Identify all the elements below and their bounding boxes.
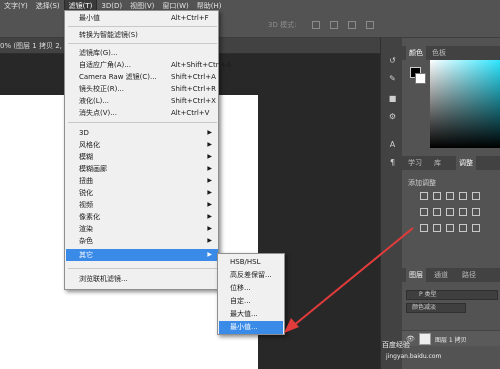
- camera-raw-filter-item[interactable]: Camera Raw 滤镜(C)... Shift+Ctrl+A: [66, 71, 218, 83]
- gradient-map-icon[interactable]: [459, 224, 467, 232]
- menu-type[interactable]: 文字(Y): [0, 0, 32, 12]
- paragraph-icon[interactable]: ¶: [388, 158, 397, 168]
- maximum-item[interactable]: 最大值...: [219, 308, 283, 321]
- right-panels: 颜色 色板 学习 库 调整 添加调整 图层 通道 路径 P 类型 颜色减淡: [402, 38, 500, 369]
- submenu-pixelate[interactable]: 像素化 ▶: [66, 211, 218, 223]
- tab-layers[interactable]: 图层: [406, 268, 426, 282]
- watermark-text: 百度经验: [382, 341, 410, 349]
- tab-adjustments[interactable]: 调整: [456, 156, 476, 170]
- convert-smart-filter-item[interactable]: 转换为智能滤镜(S): [66, 29, 218, 41]
- character-icon[interactable]: A: [388, 140, 397, 150]
- watermark-url: jingyan.baidu.com: [386, 353, 442, 360]
- tab-channels[interactable]: 通道: [434, 268, 448, 282]
- submenu-arrow-icon: ▶: [207, 141, 212, 148]
- background-color-swatch[interactable]: [415, 73, 426, 84]
- channel-mixer-icon[interactable]: [472, 208, 480, 216]
- posterize-icon[interactable]: [433, 224, 441, 232]
- gear-icon[interactable]: ⚙: [388, 112, 397, 122]
- tab-swatches[interactable]: 色板: [432, 46, 446, 60]
- curves-icon[interactable]: [446, 192, 454, 200]
- document-tab[interactable]: 0% (图层 1 拷贝 2,: [0, 41, 62, 51]
- submenu-arrow-icon: ▶: [207, 177, 212, 184]
- 3d-pan-icon[interactable]: [348, 21, 356, 29]
- color-panel-tabs: 颜色 色板: [402, 46, 500, 60]
- add-adjustment-label: 添加调整: [408, 179, 436, 187]
- black-white-icon[interactable]: [446, 208, 454, 216]
- submenu-arrow-icon: ▶: [207, 225, 212, 232]
- invert-icon[interactable]: [420, 224, 428, 232]
- 3d-slide-icon[interactable]: [366, 21, 374, 29]
- hsb-hsl-item[interactable]: HSB/HSL: [219, 256, 283, 269]
- layer-thumbnail: [419, 333, 431, 345]
- submenu-arrow-icon: ▶: [207, 213, 212, 220]
- submenu-blur[interactable]: 模糊 ▶: [66, 151, 218, 163]
- submenu-sharpen[interactable]: 锐化 ▶: [66, 187, 218, 199]
- vibrance-icon[interactable]: [472, 192, 480, 200]
- 3d-rotate-icon[interactable]: [312, 21, 320, 29]
- vanishing-point-item[interactable]: 消失点(V)... Alt+Ctrl+V: [66, 107, 218, 119]
- exposure-icon[interactable]: [459, 192, 467, 200]
- last-filter-item[interactable]: 最小值 Alt+Ctrl+F: [66, 12, 218, 24]
- custom-item[interactable]: 自定...: [219, 295, 283, 308]
- swatch-icon[interactable]: ■: [388, 94, 397, 104]
- brightness-icon[interactable]: [420, 192, 428, 200]
- submenu-distort[interactable]: 扭曲 ▶: [66, 175, 218, 187]
- submenu-3d[interactable]: 3D ▶: [66, 127, 218, 139]
- layer-row[interactable]: 👁 图层 1 拷贝: [402, 330, 500, 346]
- submenu-video[interactable]: 视频 ▶: [66, 199, 218, 211]
- history-icon[interactable]: ↺: [388, 56, 397, 66]
- tab-learn[interactable]: 学习: [408, 156, 422, 170]
- color-picker-field[interactable]: [430, 60, 500, 148]
- menu-select[interactable]: 选择(S): [32, 0, 64, 12]
- submenu-arrow-icon: ▶: [207, 153, 212, 160]
- submenu-arrow-icon: ▶: [207, 129, 212, 136]
- tab-library[interactable]: 库: [434, 156, 441, 170]
- other-submenu: HSB/HSL 高反差保留... 位移... 自定... 最大值... 最小值.…: [217, 253, 285, 335]
- submenu-noise[interactable]: 杂色 ▶: [66, 235, 218, 247]
- submenu-other[interactable]: 其它 ▶: [66, 249, 218, 261]
- browse-online-filters-item[interactable]: 浏览联机滤镜...: [66, 273, 218, 285]
- color-balance-icon[interactable]: [433, 208, 441, 216]
- lens-correction-item[interactable]: 镜头校正(R)... Shift+Ctrl+R: [66, 83, 218, 95]
- submenu-arrow-icon: ▶: [207, 251, 212, 258]
- 3d-mode-label: 3D 模式:: [268, 21, 297, 29]
- submenu-render[interactable]: 渲染 ▶: [66, 223, 218, 235]
- threshold-icon[interactable]: [446, 224, 454, 232]
- levels-icon[interactable]: [433, 192, 441, 200]
- offset-item[interactable]: 位移...: [219, 282, 283, 295]
- submenu-blur-gallery[interactable]: 模糊画廊 ▶: [66, 163, 218, 175]
- filter-gallery-item[interactable]: 滤镜库(G)...: [66, 47, 218, 59]
- hue-saturation-icon[interactable]: [420, 208, 428, 216]
- panel-toolstrip: ↺ ✎ ■ ⚙ A ¶: [380, 38, 402, 369]
- tab-paths[interactable]: 路径: [462, 268, 476, 282]
- liquify-item[interactable]: 液化(L)... Shift+Ctrl+X: [66, 95, 218, 107]
- high-pass-item[interactable]: 高反差保留...: [219, 269, 283, 282]
- selective-color-icon[interactable]: [472, 224, 480, 232]
- layer-filter-select[interactable]: P 类型: [406, 290, 498, 300]
- submenu-arrow-icon: ▶: [207, 189, 212, 196]
- submenu-arrow-icon: ▶: [207, 165, 212, 172]
- photo-filter-icon[interactable]: [459, 208, 467, 216]
- layers-panel-tabs: 图层 通道 路径: [402, 268, 500, 282]
- 3d-roll-icon[interactable]: [330, 21, 338, 29]
- submenu-stylize[interactable]: 风格化 ▶: [66, 139, 218, 151]
- blend-mode-select[interactable]: 颜色减淡: [406, 303, 466, 313]
- layer-name: 图层 1 拷贝: [435, 337, 467, 344]
- brush-icon[interactable]: ✎: [388, 74, 397, 84]
- submenu-arrow-icon: ▶: [207, 237, 212, 244]
- adjust-panel-tabs: 学习 库 调整: [402, 156, 500, 170]
- adaptive-wide-angle-item[interactable]: 自适应广角(A)... Alt+Shift+Ctrl+A: [66, 59, 231, 71]
- minimum-item[interactable]: 最小值...: [219, 321, 283, 334]
- filter-dropdown-menu: 最小值 Alt+Ctrl+F 转换为智能滤镜(S) 滤镜库(G)... 自适应广…: [64, 10, 231, 290]
- tab-color[interactable]: 颜色: [406, 46, 426, 60]
- submenu-arrow-icon: ▶: [207, 201, 212, 208]
